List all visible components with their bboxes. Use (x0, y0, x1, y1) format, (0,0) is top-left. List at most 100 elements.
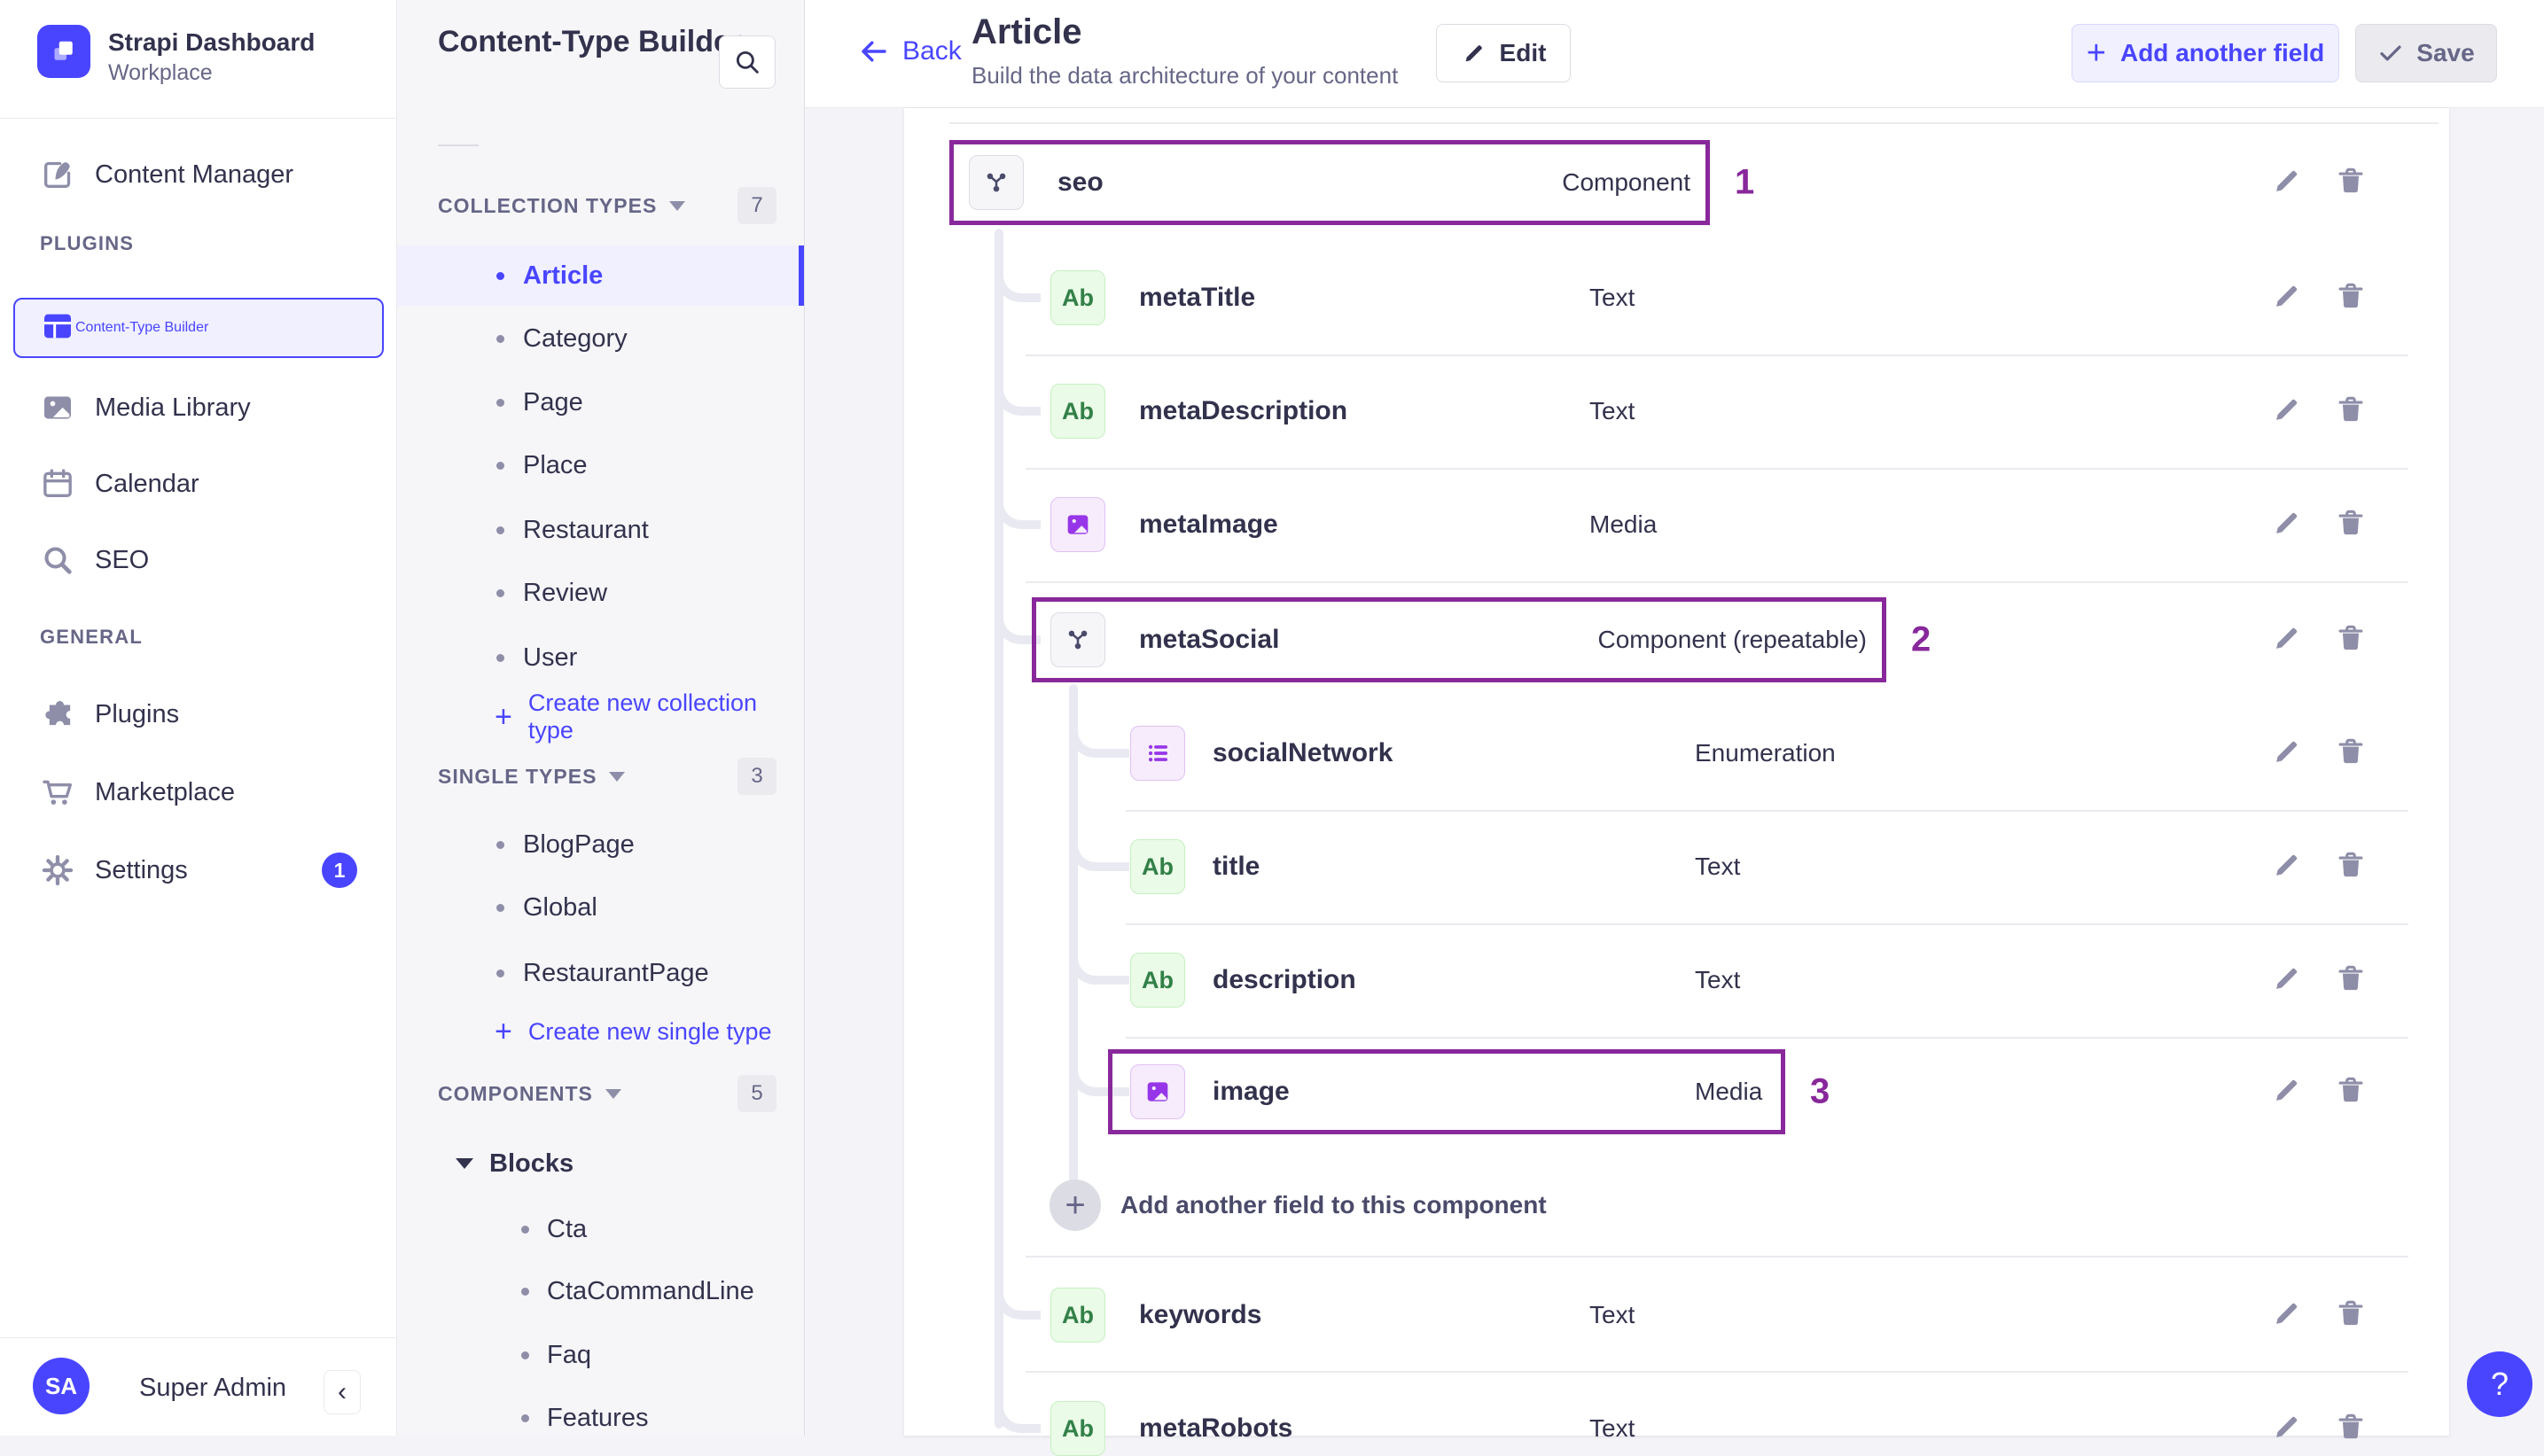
bullet-icon (496, 398, 504, 407)
trash-icon (2334, 621, 2368, 659)
cart-icon (40, 775, 75, 810)
subnav-item-place[interactable]: Place (397, 435, 804, 495)
pencil-icon (2270, 393, 2304, 431)
subnav-item-article[interactable]: Article (397, 245, 804, 306)
nav-item-marketplace[interactable]: Marketplace (0, 760, 396, 824)
edit-field-button[interactable] (2267, 1409, 2306, 1448)
subnav-item-category[interactable]: Category (397, 308, 804, 369)
edit-field-button[interactable] (2267, 847, 2306, 886)
nav-item-content-type-builder[interactable]: Content-Type Builder (13, 298, 384, 358)
help-button[interactable]: ? (2467, 1351, 2532, 1417)
delete-field-button[interactable] (2331, 1296, 2370, 1335)
field-name: description (1213, 965, 1356, 994)
nav-item-content-manager[interactable]: Content Manager (0, 143, 396, 206)
subnav-item-restaurant[interactable]: Restaurant (397, 500, 804, 560)
back-link[interactable]: Back (858, 35, 962, 67)
pencil-icon (2270, 279, 2304, 317)
delete-field-button[interactable] (2331, 961, 2370, 1000)
edit-field-button[interactable] (2267, 1072, 2306, 1111)
check-icon (2380, 45, 2401, 61)
edit-button[interactable]: Edit (1436, 24, 1571, 82)
nav-item-seo[interactable]: SEO (0, 528, 396, 592)
text-field-icon: Ab (1050, 384, 1105, 439)
nav-item-calendar[interactable]: Calendar (0, 452, 396, 516)
plus-icon: + (2086, 35, 2106, 72)
tree-elbow (1069, 718, 1129, 758)
search-button[interactable] (719, 35, 776, 89)
subnav-item-features[interactable]: Features (397, 1389, 804, 1447)
collapse-sidebar-button[interactable]: ‹ (324, 1370, 361, 1414)
subnav-item-cta[interactable]: Cta (397, 1200, 804, 1258)
count-badge: 5 (737, 1075, 776, 1112)
search-icon (736, 51, 759, 74)
subnav-item-blogpage[interactable]: BlogPage (397, 814, 804, 875)
chevron-down-icon (669, 200, 686, 211)
text-field-icon: Ab (1050, 1401, 1105, 1456)
edit-field-button[interactable] (2267, 163, 2306, 202)
fields-list-panel: seo Component 1 Ab metaTitle Text Ab metaDescri… (904, 108, 2449, 1456)
add-another-field-button[interactable]: + Add another field (2072, 24, 2339, 82)
pencil-icon (2270, 1296, 2304, 1335)
media-field-icon (1050, 497, 1105, 552)
delete-field-button[interactable] (2331, 1072, 2370, 1111)
puzzle-icon (40, 697, 75, 732)
nav-item-plugins[interactable]: Plugins (0, 682, 396, 746)
edit-field-button[interactable] (2267, 392, 2306, 431)
delete-field-button[interactable] (2331, 278, 2370, 317)
subnav-item-restaurantpage[interactable]: RestaurantPage (397, 943, 804, 1003)
tree-elbow (1069, 945, 1129, 985)
subnav-group-header[interactable]: COMPONENTS (438, 1076, 621, 1111)
count-badge: 3 (737, 758, 776, 795)
delete-field-button[interactable] (2331, 620, 2370, 659)
subnav-item-faq[interactable]: Faq (397, 1326, 804, 1384)
field-type: Text (1589, 284, 1635, 311)
add-field-to-component-button[interactable]: + (1050, 1180, 1101, 1231)
field-name: metaRobots (1139, 1413, 1293, 1443)
app-title: Strapi Dashboard (108, 28, 316, 56)
nav-item-media-library[interactable]: Media Library (0, 376, 396, 440)
row-divider (1126, 1037, 2408, 1039)
nav-section-label: PLUGINS (40, 232, 135, 254)
field-type: Media (1589, 510, 1658, 538)
field-name: keywords (1139, 1300, 1262, 1329)
delete-field-button[interactable] (2331, 1409, 2370, 1448)
edit-field-button[interactable] (2267, 734, 2306, 773)
annotation-number-1: 1 (1735, 162, 1755, 202)
subnav-item-page[interactable]: Page (397, 372, 804, 432)
subnav-item-review[interactable]: Review (397, 563, 804, 623)
avatar[interactable]: SA (33, 1358, 90, 1414)
subnav-item-global[interactable]: Global (397, 877, 804, 938)
text-field-icon: Ab (1130, 953, 1185, 1008)
pencil-icon (2270, 735, 2304, 773)
bullet-icon (496, 334, 504, 343)
subnav-action-create-new-collection-type[interactable]: + Create new collection type (397, 689, 804, 745)
trash-icon (2334, 164, 2368, 202)
subnav-item-user[interactable]: User (397, 627, 804, 688)
delete-field-button[interactable] (2331, 734, 2370, 773)
edit-field-button[interactable] (2267, 620, 2306, 659)
delete-field-button[interactable] (2331, 847, 2370, 886)
field-name: metaImage (1139, 510, 1278, 539)
subnav-action-create-new-single-type[interactable]: + Create new single type (397, 1003, 804, 1060)
field-type: Text (1589, 397, 1635, 424)
nav-item-settings[interactable]: Settings 1 (0, 838, 396, 902)
subnav-tree-blocks[interactable]: Blocks (397, 1133, 804, 1194)
row-divider (1026, 354, 2408, 356)
delete-field-button[interactable] (2331, 392, 2370, 431)
annotation-box-3 (1108, 1049, 1785, 1134)
workspace-label: Workplace (108, 60, 213, 85)
edit-field-button[interactable] (2267, 1296, 2306, 1335)
trash-icon (2334, 506, 2368, 544)
edit-field-button[interactable] (2267, 278, 2306, 317)
subnav-item-ctacommandline[interactable]: CtaCommandLine (397, 1262, 804, 1320)
edit-field-button[interactable] (2267, 505, 2306, 544)
page-header: Back Article Build the data architecture… (805, 0, 2544, 108)
bullet-icon (496, 588, 504, 597)
edit-field-button[interactable] (2267, 961, 2306, 1000)
subnav-group-header[interactable]: COLLECTION TYPES (438, 188, 686, 223)
field-name: socialNetwork (1213, 738, 1393, 767)
subnav-group-header[interactable]: SINGLE TYPES (438, 759, 626, 794)
delete-field-button[interactable] (2331, 505, 2370, 544)
delete-field-button[interactable] (2331, 163, 2370, 202)
save-button[interactable]: Save (2355, 24, 2497, 82)
